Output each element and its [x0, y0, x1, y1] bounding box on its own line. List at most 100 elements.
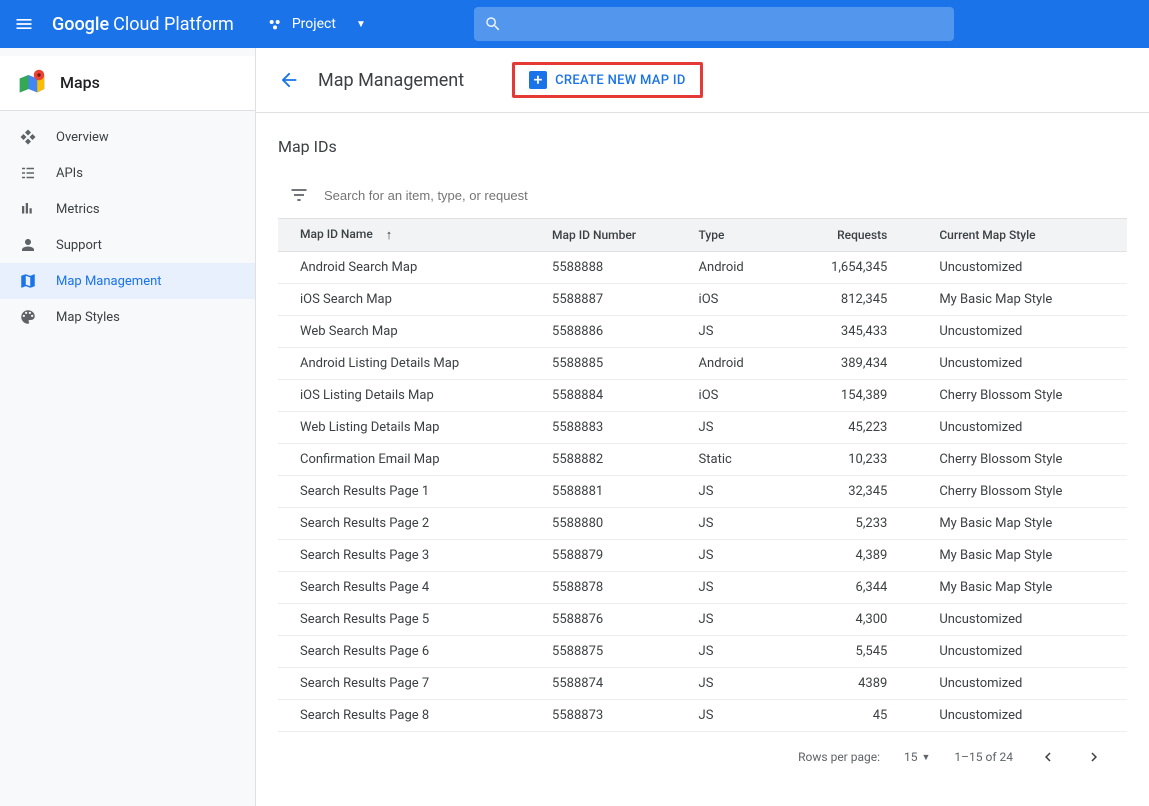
cell-name: Search Results Page 3: [278, 540, 540, 572]
cell-name: Search Results Page 4: [278, 572, 540, 604]
table-row[interactable]: Search Results Page 15588881JS32,345Cher…: [278, 476, 1127, 508]
sidebar-item-metrics[interactable]: Metrics: [0, 191, 255, 227]
col-header-number[interactable]: Map ID Number: [540, 219, 687, 252]
table-row[interactable]: Search Results Page 35588879JS4,389My Ba…: [278, 540, 1127, 572]
main-content: Map Management + CREATE NEW MAP ID Map I…: [256, 48, 1149, 806]
cell-style: Uncustomized: [927, 348, 1127, 380]
cell-requests: 1,654,345: [780, 252, 927, 284]
page-range: 1–15 of 24: [954, 750, 1013, 764]
search-icon: [484, 15, 502, 33]
table-row[interactable]: Search Results Page 75588874JS4389Uncust…: [278, 668, 1127, 700]
hamburger-menu-icon[interactable]: [12, 12, 36, 36]
cell-style: Uncustomized: [927, 252, 1127, 284]
rows-per-page-select[interactable]: 15 ▼: [904, 750, 930, 764]
cell-style: Uncustomized: [927, 700, 1127, 732]
sidebar-item-label: Map Styles: [56, 310, 120, 325]
col-header-type[interactable]: Type: [687, 219, 781, 252]
col-header-requests[interactable]: Requests: [780, 219, 927, 252]
cell-requests: 4,389: [780, 540, 927, 572]
chevron-down-icon: ▼: [356, 19, 366, 30]
sidebar-item-apis[interactable]: APIs: [0, 155, 255, 191]
sidebar-item-label: Support: [56, 238, 102, 253]
cell-style: Uncustomized: [927, 412, 1127, 444]
cell-number: 5588876: [540, 604, 687, 636]
table-row[interactable]: Search Results Page 65588875JS5,545Uncus…: [278, 636, 1127, 668]
cell-style: Uncustomized: [927, 636, 1127, 668]
cell-style: Cherry Blossom Style: [927, 380, 1127, 412]
table-row[interactable]: Android Listing Details Map5588885Androi…: [278, 348, 1127, 380]
cell-number: 5588879: [540, 540, 687, 572]
cell-name: iOS Listing Details Map: [278, 380, 540, 412]
cell-type: JS: [687, 540, 781, 572]
create-new-map-id-button[interactable]: + CREATE NEW MAP ID: [529, 71, 685, 89]
cell-number: 5588878: [540, 572, 687, 604]
table-row[interactable]: Confirmation Email Map5588882Static10,23…: [278, 444, 1127, 476]
cell-name: Web Search Map: [278, 316, 540, 348]
col-header-style[interactable]: Current Map Style: [927, 219, 1127, 252]
project-selector[interactable]: Project ▼: [258, 9, 374, 39]
cell-requests: 389,434: [780, 348, 927, 380]
cell-name: Confirmation Email Map: [278, 444, 540, 476]
search-bar[interactable]: [474, 7, 954, 41]
cell-requests: 45,223: [780, 412, 927, 444]
sidebar-item-map-styles[interactable]: Map Styles: [0, 299, 255, 335]
map-icon: [18, 271, 38, 291]
cell-requests: 6,344: [780, 572, 927, 604]
pagination: Rows per page: 15 ▼ 1–15 of 24: [278, 732, 1127, 782]
cell-number: 5588880: [540, 508, 687, 540]
table-row[interactable]: Search Results Page 55588876JS4,300Uncus…: [278, 604, 1127, 636]
cell-style: My Basic Map Style: [927, 508, 1127, 540]
cell-number: 5588888: [540, 252, 687, 284]
cell-type: Static: [687, 444, 781, 476]
cell-requests: 4,300: [780, 604, 927, 636]
cell-type: JS: [687, 476, 781, 508]
cell-number: 5588887: [540, 284, 687, 316]
table-row[interactable]: Android Search Map5588888Android1,654,34…: [278, 252, 1127, 284]
cell-style: Cherry Blossom Style: [927, 476, 1127, 508]
cell-type: JS: [687, 316, 781, 348]
cell-name: Search Results Page 2: [278, 508, 540, 540]
cell-type: iOS: [687, 284, 781, 316]
project-label: Project: [292, 16, 336, 32]
cell-name: Search Results Page 6: [278, 636, 540, 668]
filter-input[interactable]: [324, 188, 1117, 203]
sidebar-item-map-management[interactable]: Map Management: [0, 263, 255, 299]
brand-logo: Google Cloud Platform: [52, 14, 234, 35]
next-page-button[interactable]: [1083, 746, 1105, 768]
cell-style: My Basic Map Style: [927, 540, 1127, 572]
person-icon: [18, 235, 38, 255]
cell-style: My Basic Map Style: [927, 284, 1127, 316]
cell-requests: 10,233: [780, 444, 927, 476]
top-bar: Google Cloud Platform Project ▼: [0, 0, 1149, 48]
table-row[interactable]: Search Results Page 25588880JS5,233My Ba…: [278, 508, 1127, 540]
cell-name: Android Listing Details Map: [278, 348, 540, 380]
cell-requests: 812,345: [780, 284, 927, 316]
table-row[interactable]: iOS Search Map5588887iOS812,345My Basic …: [278, 284, 1127, 316]
map-ids-table: Map ID Name ↑ Map ID Number Type Request…: [278, 219, 1127, 732]
cell-name: Search Results Page 5: [278, 604, 540, 636]
table-row[interactable]: Web Listing Details Map5588883JS45,223Un…: [278, 412, 1127, 444]
cell-requests: 345,433: [780, 316, 927, 348]
table-row[interactable]: Web Search Map5588886JS345,433Uncustomiz…: [278, 316, 1127, 348]
cell-requests: 4389: [780, 668, 927, 700]
table-row[interactable]: iOS Listing Details Map5588884iOS154,389…: [278, 380, 1127, 412]
cell-requests: 32,345: [780, 476, 927, 508]
back-arrow-icon[interactable]: [278, 69, 300, 91]
cell-number: 5588886: [540, 316, 687, 348]
list-icon: [18, 163, 38, 183]
prev-page-button[interactable]: [1037, 746, 1059, 768]
cell-type: JS: [687, 636, 781, 668]
col-header-name[interactable]: Map ID Name ↑: [278, 219, 540, 252]
table-row[interactable]: Search Results Page 45588878JS6,344My Ba…: [278, 572, 1127, 604]
cell-number: 5588884: [540, 380, 687, 412]
cell-number: 5588874: [540, 668, 687, 700]
create-button-label: CREATE NEW MAP ID: [555, 73, 685, 88]
sidebar-item-overview[interactable]: Overview: [0, 119, 255, 155]
sidebar-item-support[interactable]: Support: [0, 227, 255, 263]
cell-style: Uncustomized: [927, 668, 1127, 700]
diamond-icon: [18, 127, 38, 147]
rows-per-page-label: Rows per page:: [798, 750, 880, 764]
table-row[interactable]: Search Results Page 85588873JS45Uncustom…: [278, 700, 1127, 732]
filter-icon[interactable]: [288, 184, 310, 206]
cell-name: Android Search Map: [278, 252, 540, 284]
